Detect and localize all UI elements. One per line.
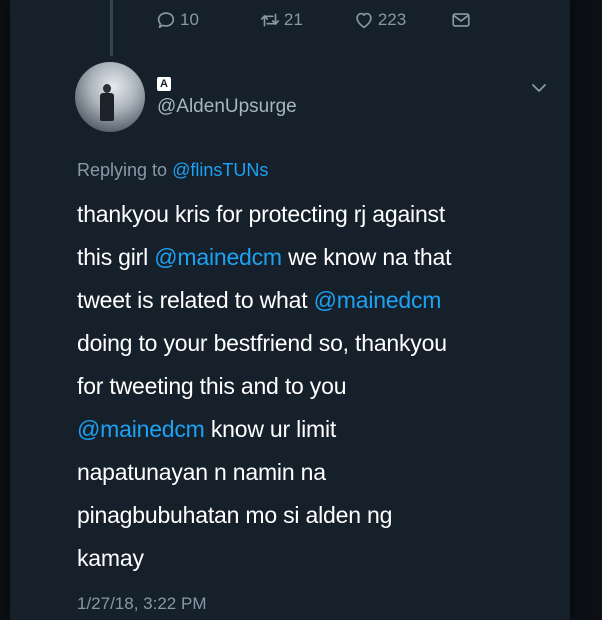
tweet-card: 10 21 223 A @AldenUpsurge Replying to @f…	[10, 0, 570, 620]
tweet-text-segment: we know na that	[281, 244, 452, 270]
reply-button[interactable]: 10	[155, 9, 199, 31]
tweet-text-segment: pinagbubuhatan mo si alden ng	[77, 502, 393, 528]
replying-to-mention[interactable]: @flinsTUNs	[172, 160, 268, 180]
display-name-badge: A	[157, 77, 171, 91]
thread-line	[110, 0, 113, 56]
tweet-text-line: thankyou kris for protecting rj against	[77, 193, 557, 236]
like-button[interactable]: 223	[353, 9, 406, 31]
tweet-text-line: @mainedcm know ur limit	[77, 408, 557, 451]
tweet-text-segment: doing to your bestfriend so, thankyou	[77, 330, 447, 356]
tweet-text-line: kamay	[77, 537, 557, 580]
action-bar: 10 21 223	[155, 8, 472, 32]
tweet-text-segment: for tweeting this and to you	[77, 373, 347, 399]
mention-link[interactable]: @mainedcm	[77, 416, 205, 442]
tweet-text-line: napatunayan n namin na	[77, 451, 557, 494]
tweet-text-segment: know ur limit	[204, 416, 337, 442]
reply-count: 10	[180, 10, 199, 29]
tweet-text-line: tweet is related to what @mainedcm	[77, 279, 557, 322]
tweet-text-line: for tweeting this and to you	[77, 365, 557, 408]
like-count: 223	[377, 10, 407, 29]
retweet-count: 21	[283, 10, 303, 29]
chevron-down-icon	[532, 84, 546, 92]
user-handle[interactable]: @AldenUpsurge	[157, 96, 297, 118]
tweet-text-segment: kamay	[77, 545, 144, 571]
retweet-button[interactable]: 21	[259, 9, 303, 31]
avatar[interactable]	[75, 62, 145, 132]
tweet-text-segment: napatunayan n namin na	[77, 459, 326, 485]
tweet-text: thankyou kris for protecting rj against t…	[77, 193, 557, 580]
comment-icon	[157, 12, 175, 28]
tweet-text-line: this girl @mainedcm we know na that	[77, 236, 557, 279]
tweet-timestamp[interactable]: 1/27/18, 3:22 PM	[77, 594, 206, 614]
retweet-icon	[260, 13, 279, 27]
tweet-text-line: doing to your bestfriend so, thankyou	[77, 322, 557, 365]
mention-link[interactable]: @mainedcm	[154, 244, 282, 270]
tweet-text-segment: thankyou kris for protecting rj against	[77, 201, 446, 227]
direct-message-button[interactable]	[450, 9, 472, 31]
tweet-text-segment: tweet is related to what	[77, 287, 314, 313]
replying-prefix: Replying to	[77, 160, 168, 180]
tweet-text-segment: this girl	[77, 244, 155, 270]
heart-icon	[356, 12, 372, 29]
mail-icon	[452, 13, 470, 27]
tweet-text-line: pinagbubuhatan mo si alden ng	[77, 494, 557, 537]
mention-link[interactable]: @mainedcm	[314, 287, 442, 313]
replying-to: Replying to @flinsTUNs	[77, 160, 268, 181]
more-options-button[interactable]	[529, 78, 549, 98]
